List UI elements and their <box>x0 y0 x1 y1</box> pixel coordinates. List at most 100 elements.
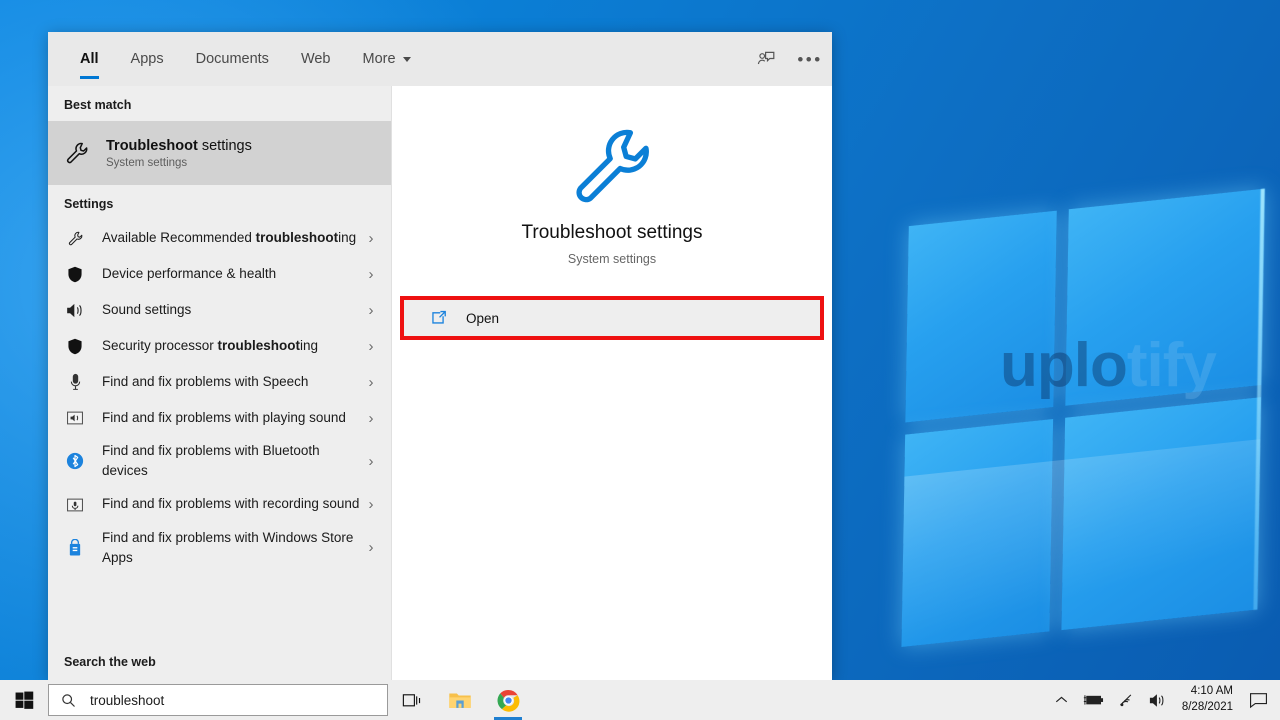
settings-heading: Settings <box>64 197 114 211</box>
windows-hero-wallpaper <box>901 183 1280 658</box>
search-input-value: troubleshoot <box>90 692 165 708</box>
list-item[interactable]: Find and fix problems with Bluetooth dev… <box>48 436 391 487</box>
windows-logo-icon <box>15 691 33 709</box>
watermark-fade: tify <box>1126 331 1217 400</box>
taskbar: troubleshoot 4:10 AM 8/28/2021 <box>0 680 1280 720</box>
label-post: ing <box>338 229 357 245</box>
label-pre: Find and fix problems with playing sound <box>102 409 346 425</box>
label-bold: troubleshoot <box>217 337 301 353</box>
shield-icon <box>64 266 86 283</box>
list-item-label: Find and fix problems with Bluetooth dev… <box>102 441 361 482</box>
clock-time: 4:10 AM <box>1190 685 1233 698</box>
search-flyout-panel: All Apps Documents Web More ••• Best mat… <box>48 32 832 680</box>
best-match-title: Troubleshoot settings <box>106 137 252 155</box>
tab-apps-label: Apps <box>130 51 164 67</box>
wrench-icon <box>576 129 649 203</box>
list-item[interactable]: Device performance & health › <box>48 256 391 292</box>
tab-documents[interactable]: Documents <box>180 32 285 86</box>
tab-web[interactable]: Web <box>285 32 347 86</box>
chevron-right-icon: › <box>368 229 374 247</box>
tab-more-label: More <box>362 51 396 67</box>
shield-icon <box>64 338 86 355</box>
recording-icon <box>64 497 86 513</box>
best-match-title-rest: settings <box>197 137 252 154</box>
volume-icon[interactable] <box>1142 680 1174 720</box>
list-item[interactable]: Find and fix problems with recording sou… <box>48 487 391 523</box>
list-item[interactable]: Sound settings › <box>48 292 391 328</box>
chevron-right-icon: › <box>368 452 374 470</box>
best-match-subtitle: System settings <box>106 157 188 170</box>
microphone-icon <box>64 373 86 391</box>
open-button-label: Open <box>466 310 500 326</box>
search-web-heading: Search the web <box>64 655 156 669</box>
tabbar-spacer <box>427 32 744 86</box>
best-match-title-bold: Troubleshoot <box>106 137 198 154</box>
label-pre: Available Recommended <box>102 229 256 245</box>
list-item[interactable]: Security processor troubleshooting › <box>48 328 391 364</box>
chevron-right-icon: › <box>368 337 374 355</box>
search-panel-body: Best match Troubleshoot settings System … <box>48 86 832 680</box>
more-options-icon[interactable]: ••• <box>788 32 832 86</box>
chevron-right-icon: › <box>368 409 374 427</box>
label-pre: Find and fix problems with Bluetooth dev… <box>102 443 320 479</box>
list-item[interactable]: Find and fix problems with playing sound… <box>48 400 391 436</box>
battery-charging-icon[interactable] <box>1075 680 1111 720</box>
best-match-heading: Best match <box>64 98 132 112</box>
label-bold: troubleshoot <box>255 229 339 245</box>
show-hidden-icons-chevron[interactable] <box>1048 680 1075 720</box>
file-explorer-icon[interactable] <box>436 680 484 720</box>
list-item[interactable]: Find and fix problems with Speech › <box>48 364 391 400</box>
list-item-label: Find and fix problems with recording sou… <box>102 494 361 514</box>
chevron-right-icon: › <box>368 539 374 557</box>
taskbar-clock[interactable]: 4:10 AM 8/28/2021 <box>1174 680 1245 720</box>
wifi-icon[interactable] <box>1111 680 1142 720</box>
tab-documents-label: Documents <box>195 51 269 67</box>
list-item[interactable]: Find and fix problems with Windows Store… <box>48 523 391 574</box>
bluetooth-icon <box>64 452 86 470</box>
label-pre: Find and fix problems with Speech <box>102 373 309 389</box>
label-post: ing <box>300 337 319 353</box>
list-item[interactable]: Available Recommended troubleshooting › <box>48 220 391 256</box>
list-item-label: Sound settings <box>102 300 361 320</box>
label-pre: Find and fix problems with recording sou… <box>102 496 360 512</box>
list-item-label: Security processor troubleshooting <box>102 336 361 356</box>
chevron-right-icon: › <box>368 373 374 391</box>
more-options-glyph: ••• <box>797 49 823 69</box>
list-item-label: Find and fix problems with Speech <box>102 372 361 392</box>
task-view-icon[interactable] <box>388 680 436 720</box>
wrench-icon <box>66 142 88 164</box>
preview-subtitle: System settings <box>567 252 657 266</box>
chevron-right-icon: › <box>368 496 374 513</box>
preview-pane: Troubleshoot settings System settings Op… <box>392 86 832 680</box>
label-pre: Security processor <box>102 337 218 353</box>
list-item-label: Find and fix problems with Windows Store… <box>102 528 361 569</box>
chrome-icon[interactable] <box>484 680 532 720</box>
taskbar-search-input[interactable]: troubleshoot <box>48 684 388 716</box>
wrench-icon <box>64 230 86 247</box>
open-highlight-box: Open <box>400 296 824 340</box>
chevron-right-icon: › <box>368 301 374 319</box>
best-match-result[interactable]: Troubleshoot settings System settings <box>48 121 391 185</box>
start-button[interactable] <box>0 680 48 720</box>
tab-more[interactable]: More <box>347 32 427 86</box>
preview-title: Troubleshoot settings <box>521 222 703 243</box>
list-item-label: Available Recommended troubleshooting <box>102 228 361 248</box>
search-icon <box>62 693 75 707</box>
tab-web-label: Web <box>300 51 331 67</box>
label-pre: Find and fix problems with Windows Store… <box>102 529 354 565</box>
best-match-text: Troubleshoot settings System settings <box>106 137 252 169</box>
action-center-icon[interactable] <box>1245 680 1280 720</box>
tab-all[interactable]: All <box>64 32 115 86</box>
label-pre: Device performance & health <box>102 265 277 281</box>
tab-apps[interactable]: Apps <box>115 32 180 86</box>
chevron-down-icon <box>402 56 411 62</box>
open-button[interactable]: Open <box>404 300 820 336</box>
search-tabbar: All Apps Documents Web More ••• <box>48 32 832 86</box>
label-pre: Sound settings <box>102 301 192 317</box>
watermark-solid: uplo <box>1000 331 1128 400</box>
list-item-label: Find and fix problems with playing sound <box>102 408 361 428</box>
search-results-list[interactable]: Best match Troubleshoot settings System … <box>48 86 392 680</box>
tab-all-label: All <box>80 51 99 67</box>
feedback-icon[interactable] <box>744 32 788 86</box>
speaker-icon <box>64 302 86 319</box>
